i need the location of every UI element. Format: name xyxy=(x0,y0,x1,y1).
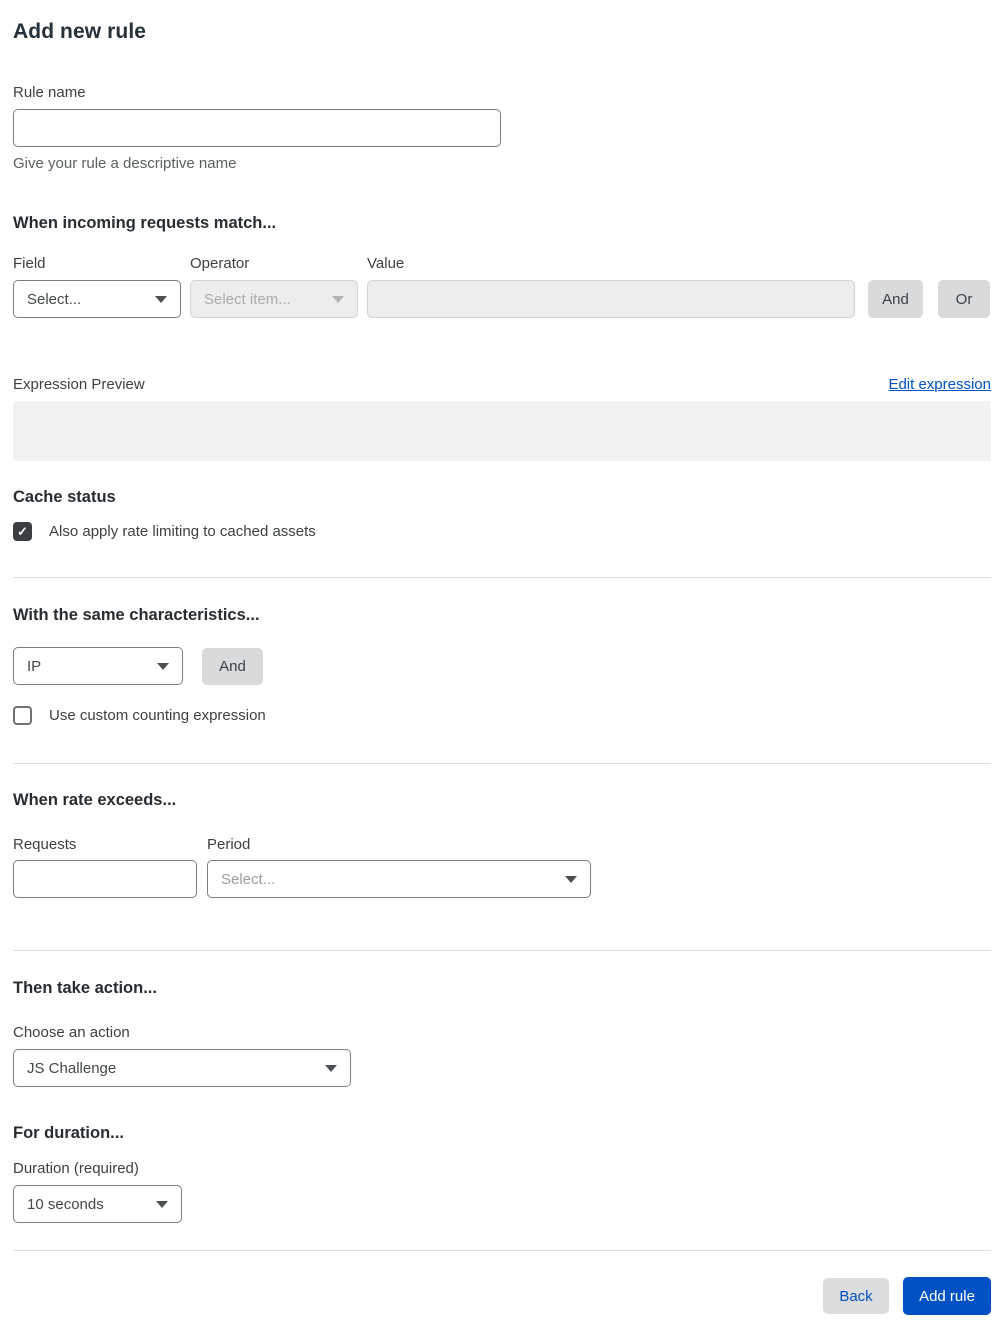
edit-expression-link[interactable]: Edit expression xyxy=(888,376,991,393)
field-select[interactable]: Select... xyxy=(13,280,181,318)
divider xyxy=(13,950,991,951)
operator-select-value: Select item... xyxy=(204,290,291,308)
check-icon: ✓ xyxy=(17,523,28,539)
rule-name-label: Rule name xyxy=(13,84,86,101)
action-label: Choose an action xyxy=(13,1024,130,1041)
rule-name-input[interactable] xyxy=(13,109,501,147)
characteristic-and-button[interactable]: And xyxy=(202,647,263,685)
period-label: Period xyxy=(207,836,251,853)
divider xyxy=(13,577,991,578)
counting-expression-checkbox-label[interactable]: Use custom counting expression xyxy=(49,707,266,724)
cache-section-heading: Cache status xyxy=(13,488,116,506)
field-select-value: Select... xyxy=(27,290,82,308)
cache-checkbox[interactable]: ✓ xyxy=(13,522,32,541)
add-rule-form: Add new rule Rule name Give your rule a … xyxy=(0,0,1002,1315)
chevron-down-icon xyxy=(157,662,169,670)
match-section-heading: When incoming requests match... xyxy=(13,214,277,232)
action-select[interactable]: JS Challenge xyxy=(13,1049,351,1087)
value-label: Value xyxy=(367,255,405,272)
rate-section-heading: When rate exceeds... xyxy=(13,791,177,809)
characteristic-select-value: IP xyxy=(27,657,42,675)
duration-section-heading: For duration... xyxy=(13,1124,124,1142)
cache-checkbox-label[interactable]: Also apply rate limiting to cached asset… xyxy=(49,523,316,540)
operator-select: Select item... xyxy=(190,280,358,318)
characteristic-select[interactable]: IP xyxy=(13,647,183,685)
add-rule-button[interactable]: Add rule xyxy=(903,1277,991,1315)
action-select-value: JS Challenge xyxy=(27,1059,117,1077)
duration-label: Duration (required) xyxy=(13,1160,139,1177)
period-select-value: Select... xyxy=(221,870,276,888)
and-button[interactable]: And xyxy=(868,280,923,318)
chevron-down-icon xyxy=(325,1064,337,1072)
value-input xyxy=(367,280,855,318)
chevron-down-icon xyxy=(155,295,167,303)
or-button[interactable]: Or xyxy=(938,280,990,318)
divider xyxy=(13,763,991,764)
requests-label: Requests xyxy=(13,836,77,853)
operator-label: Operator xyxy=(190,255,250,272)
duration-select[interactable]: 10 seconds xyxy=(13,1185,182,1223)
counting-expression-checkbox[interactable] xyxy=(13,706,32,725)
expression-preview-box xyxy=(13,401,991,461)
divider xyxy=(13,1250,991,1251)
chevron-down-icon xyxy=(565,875,577,883)
duration-select-value: 10 seconds xyxy=(27,1195,104,1213)
chevron-down-icon xyxy=(156,1200,168,1208)
action-section-heading: Then take action... xyxy=(13,979,157,997)
period-select[interactable]: Select... xyxy=(207,860,591,898)
requests-input[interactable] xyxy=(13,860,197,898)
expression-preview-label: Expression Preview xyxy=(13,376,145,393)
characteristics-section-heading: With the same characteristics... xyxy=(13,606,260,624)
page-title: Add new rule xyxy=(13,20,147,43)
rule-name-helper: Give your rule a descriptive name xyxy=(13,155,237,172)
back-button[interactable]: Back xyxy=(823,1278,889,1314)
chevron-down-icon xyxy=(332,295,344,303)
field-label: Field xyxy=(13,255,46,272)
